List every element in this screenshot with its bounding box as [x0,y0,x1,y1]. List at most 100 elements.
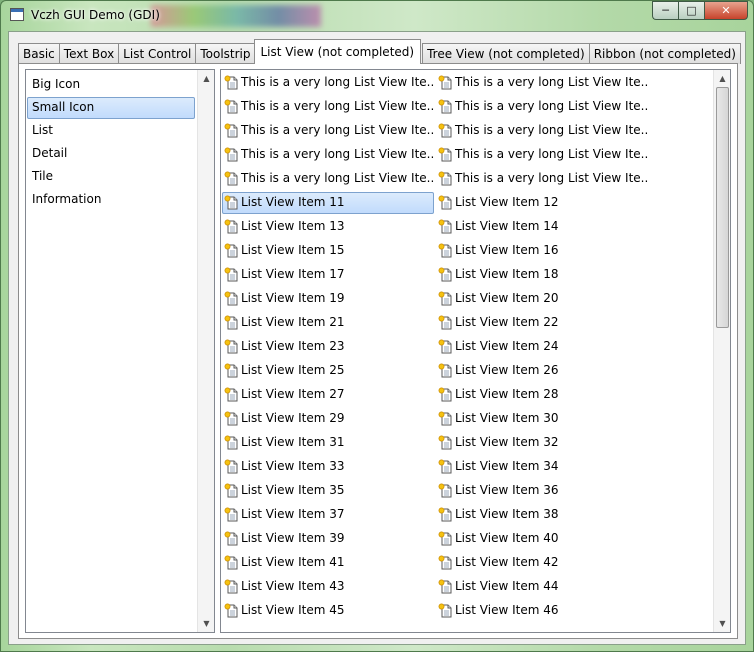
list-view-item[interactable]: This is a very long List View Ite... [436,96,648,118]
list-view-item-label: List View Item 15 [241,243,345,257]
list-view-item[interactable]: List View Item 16 [436,240,648,262]
list-view-item[interactable]: List View Item 46 [436,600,648,622]
list-view-item[interactable]: List View Item 31 [222,432,434,454]
maximize-button[interactable]: □ [678,1,704,20]
list-view-item[interactable]: List View Item 12 [436,192,648,214]
document-icon [438,75,453,90]
scroll-down-arrow-icon[interactable]: ▼ [714,615,730,632]
list-view-item-label: List View Item 38 [455,507,559,521]
document-icon [438,99,453,114]
list-view-item[interactable]: List View Item 28 [436,384,648,406]
list-view-item[interactable]: List View Item 44 [436,576,648,598]
list-view-item[interactable]: List View Item 42 [436,552,648,574]
list-view-item[interactable]: List View Item 11 [222,192,434,214]
title-bar[interactable]: Vczh GUI Demo (GDI) ─ □ ✕ [1,1,753,31]
list-view-item[interactable]: List View Item 14 [436,216,648,238]
list-view-item[interactable]: List View Item 21 [222,312,434,334]
list-view-item[interactable]: List View Item 18 [436,264,648,286]
list-view-item[interactable]: This is a very long List View Ite... [222,168,434,190]
view-option-information[interactable]: Information [27,189,195,211]
view-option-tile[interactable]: Tile [27,166,195,188]
close-button[interactable]: ✕ [704,1,748,20]
scrollbar-thumb[interactable] [716,87,729,328]
list-view-item[interactable]: List View Item 19 [222,288,434,310]
list-view-scrollbar[interactable]: ▲ ▼ [713,70,730,632]
document-icon [438,387,453,402]
app-window: Vczh GUI Demo (GDI) ─ □ ✕ Basic Text Box… [0,0,754,652]
list-view-item[interactable]: This is a very long List View Ite... [222,96,434,118]
list-view-item[interactable]: List View Item 29 [222,408,434,430]
document-icon [438,339,453,354]
document-icon [224,171,239,186]
tab-toolstrip[interactable]: Toolstrip [195,43,256,64]
list-view-item[interactable]: List View Item 43 [222,576,434,598]
list-view-item[interactable]: List View Item 34 [436,456,648,478]
list-view-item-label: This is a very long List View Ite... [455,123,648,137]
list-view-item[interactable]: This is a very long List View Ite... [436,72,648,94]
list-view-item[interactable]: This is a very long List View Ite... [436,168,648,190]
list-view-item-label: List View Item 42 [455,555,559,569]
list-view-item[interactable]: This is a very long List View Ite... [222,120,434,142]
document-icon [224,555,239,570]
list-view-item-label: This is a very long List View Ite... [241,99,434,113]
tab-basic[interactable]: Basic [18,43,60,64]
list-view-item[interactable]: List View Item 39 [222,528,434,550]
tab-text-box[interactable]: Text Box [58,43,120,64]
view-option-detail[interactable]: Detail [27,143,195,165]
view-option-list[interactable]: List [27,120,195,142]
scroll-up-arrow-icon[interactable]: ▲ [714,70,730,87]
tab-tree-view[interactable]: Tree View (not completed) [422,43,590,64]
list-view-item[interactable]: List View Item 20 [436,288,648,310]
list-view-item[interactable]: List View Item 32 [436,432,648,454]
list-view-item[interactable]: This is a very long List View Ite... [222,72,434,94]
view-mode-list[interactable]: Big Icon Small Icon List Detail Tile Inf… [25,69,215,633]
list-view-item[interactable]: List View Item 23 [222,336,434,358]
list-view-item-label: This is a very long List View Ite... [455,147,648,161]
document-icon [224,243,239,258]
tab-list-view[interactable]: List View (not completed) [253,39,422,64]
list-view-item[interactable]: This is a very long List View Ite... [436,144,648,166]
list-view-item[interactable]: List View Item 26 [436,360,648,382]
scroll-down-arrow-icon[interactable]: ▼ [198,615,215,632]
list-view-item[interactable]: List View Item 33 [222,456,434,478]
list-view-item[interactable]: List View Item 36 [436,480,648,502]
list-view-item[interactable]: List View Item 15 [222,240,434,262]
list-view-item-label: List View Item 40 [455,531,559,545]
list-view-item-label: List View Item 41 [241,555,345,569]
list-view-item[interactable]: List View Item 17 [222,264,434,286]
list-view-item[interactable]: List View Item 37 [222,504,434,526]
list-view[interactable]: ▲ ▼ This is a very long List View Ite...… [220,69,731,633]
list-view-item[interactable]: List View Item 41 [222,552,434,574]
list-view-item-label: List View Item 44 [455,579,559,593]
document-icon [438,147,453,162]
list-view-item[interactable]: List View Item 27 [222,384,434,406]
list-view-item[interactable]: List View Item 30 [436,408,648,430]
list-view-item[interactable]: List View Item 25 [222,360,434,382]
tab-ribbon[interactable]: Ribbon (not completed) [588,43,741,64]
tab-list-control[interactable]: List Control [118,43,197,64]
list-view-item-label: This is a very long List View Ite... [241,75,434,89]
list-view-item[interactable]: This is a very long List View Ite... [222,144,434,166]
view-list-scrollbar[interactable]: ▲ ▼ [197,70,214,632]
list-view-item[interactable]: List View Item 45 [222,600,434,622]
list-view-item[interactable]: List View Item 13 [222,216,434,238]
list-view-item[interactable]: List View Item 38 [436,504,648,526]
document-icon [438,459,453,474]
list-view-item[interactable]: This is a very long List View Ite... [436,120,648,142]
app-window-icon[interactable] [10,8,24,21]
list-view-item[interactable]: List View Item 22 [436,312,648,334]
document-icon [224,267,239,282]
list-view-item-label: List View Item 31 [241,435,345,449]
view-option-small-icon[interactable]: Small Icon [27,97,195,119]
list-view-item-label: This is a very long List View Ite... [241,171,434,185]
list-view-item-label: List View Item 11 [241,195,345,209]
list-view-item[interactable]: List View Item 35 [222,480,434,502]
minimize-button[interactable]: ─ [652,1,678,20]
list-view-item[interactable]: List View Item 40 [436,528,648,550]
document-icon [438,603,453,618]
view-option-big-icon[interactable]: Big Icon [27,74,195,96]
window-controls: ─ □ ✕ [652,1,748,21]
scroll-up-arrow-icon[interactable]: ▲ [198,70,215,87]
list-view-item-label: List View Item 37 [241,507,345,521]
list-view-item[interactable]: List View Item 24 [436,336,648,358]
